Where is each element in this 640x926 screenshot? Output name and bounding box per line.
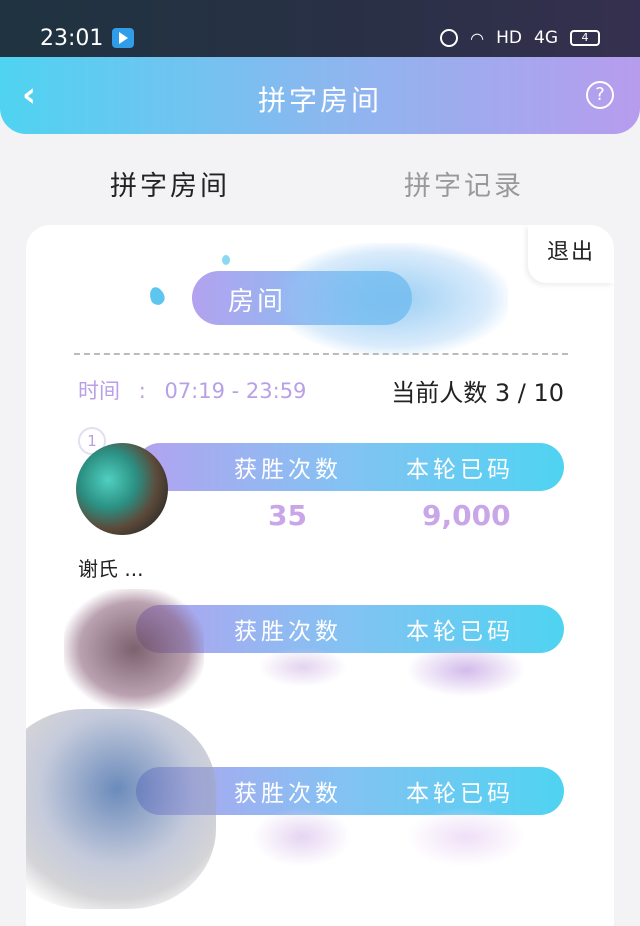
redacted-avatar xyxy=(64,589,204,709)
status-time: 23:01 xyxy=(40,26,104,51)
redaction-smudge xyxy=(406,807,526,867)
round-label: 本轮已码 xyxy=(406,781,514,807)
redacted-avatar xyxy=(26,709,216,909)
dashed-divider xyxy=(74,353,568,355)
network-label: HD xyxy=(496,28,522,48)
time-range: 时间 : 07:19 - 23:59 xyxy=(78,379,307,403)
player-row[interactable]: 获胜次数 本轮已码 xyxy=(26,709,614,911)
water-drop-icon xyxy=(222,255,230,265)
battery-icon: 4 xyxy=(570,30,600,46)
signal-label: 4G xyxy=(534,28,558,48)
page-title: 拼字房间 xyxy=(257,84,382,117)
round-label: 本轮已码 xyxy=(406,619,514,645)
wins-label: 获胜次数 xyxy=(234,619,342,645)
wins-value: 35 xyxy=(268,499,307,532)
count-label: 当前人数 xyxy=(391,379,488,407)
redaction-smudge xyxy=(258,647,348,687)
wins-label: 获胜次数 xyxy=(234,457,342,483)
avatar[interactable] xyxy=(76,443,168,535)
status-icons: ◠ HD 4G 4 xyxy=(440,28,600,48)
tab-records[interactable]: 拼字记录 xyxy=(404,164,524,203)
tab-room[interactable]: 拼字房间 xyxy=(110,164,230,203)
room-card: 退出 房间 时间 : 07:19 - 23:59 当前人数 3 / 10 获胜次… xyxy=(26,225,614,926)
tab-bar: 拼字房间 拼字记录 xyxy=(0,164,640,204)
top-header: ‹ 拼字房间 ? xyxy=(0,57,640,134)
count-value: 3 / 10 xyxy=(494,379,564,407)
redaction-smudge xyxy=(278,243,508,355)
exit-button[interactable]: 退出 xyxy=(528,225,614,283)
round-label: 本轮已码 xyxy=(406,457,514,483)
player-row[interactable]: 获胜次数 本轮已码 1 35 9,000 谢氏 ... xyxy=(26,425,614,587)
video-app-icon xyxy=(112,28,134,48)
question-circle-icon[interactable]: ? xyxy=(586,81,614,109)
player-count: 当前人数 3 / 10 xyxy=(391,373,564,408)
redaction-smudge xyxy=(406,643,526,697)
time-label: 时间 xyxy=(78,379,120,403)
redaction-smudge xyxy=(252,807,352,867)
player-name: 谢氏 ... xyxy=(78,557,144,581)
status-bar: 23:01 ◠ HD 4G 4 xyxy=(0,0,640,60)
round-value: 9,000 xyxy=(422,499,511,532)
time-value: 07:19 - 23:59 xyxy=(164,379,307,403)
wifi-icon: ◠ xyxy=(470,28,485,48)
alarm-icon xyxy=(440,29,459,47)
water-drop-icon xyxy=(147,285,167,307)
wins-label: 获胜次数 xyxy=(234,781,342,807)
stats-bar: 获胜次数 本轮已码 xyxy=(136,443,564,491)
